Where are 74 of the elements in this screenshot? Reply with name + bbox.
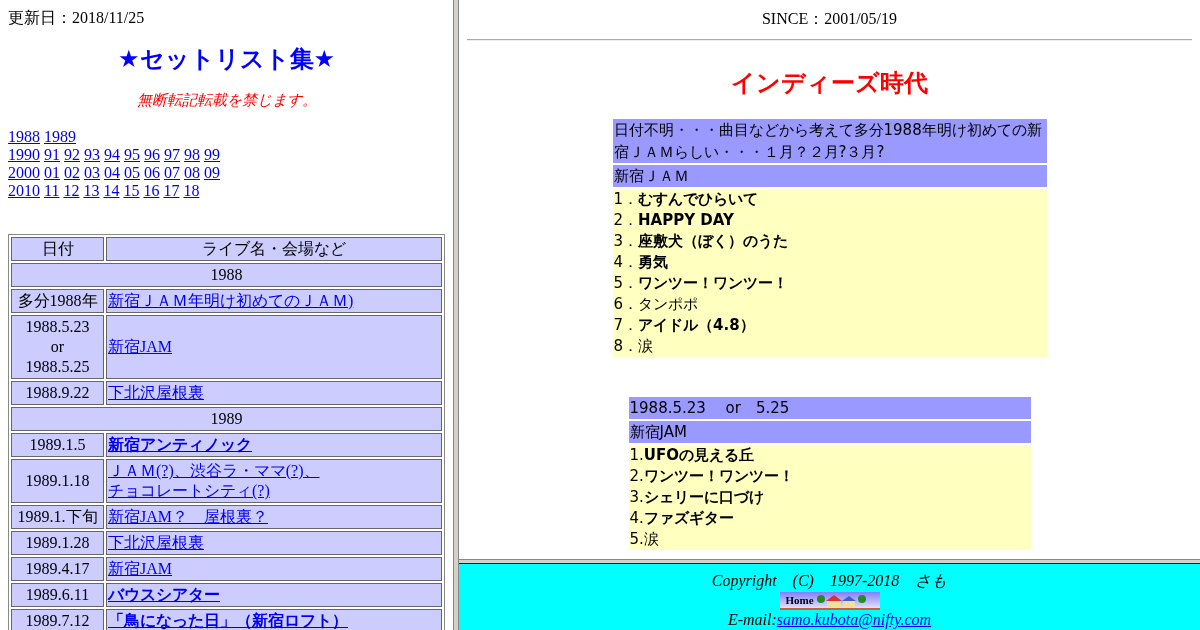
date-cell: 1989.1.28 (11, 531, 104, 555)
song-title: 7．アイドル（4.8） (613, 315, 756, 336)
setlist-venue: 新宿JAM (628, 421, 1031, 443)
column-header: ライブ名・会場など (106, 237, 442, 261)
year-link[interactable]: 93 (84, 146, 100, 164)
setlist-date: 日付不明・・・曲目などから考えて多分1988年明け初めての新宿ＪＡＭらしい・・・１月？２月?３月? (612, 119, 1047, 163)
copyright-notice: 無断転記転載を禁じます。 (135, 91, 318, 110)
song-title: 1.UFOの見える丘 (629, 445, 755, 466)
date-cell: 1989.1.5 (11, 433, 104, 457)
year-link[interactable]: 92 (64, 146, 80, 164)
year-link[interactable]: 2010 (8, 182, 40, 200)
year-link[interactable]: 13 (83, 182, 100, 200)
setlist-date: 1988.5.23 or 5.25 (628, 397, 1031, 419)
date-cell: 多分1988年 (11, 289, 104, 313)
song-title: 1．むすんでひらいて (613, 189, 760, 210)
copyright-text: Copyright (C) 1997-2018 さも (711, 571, 948, 592)
song-title: 2．HAPPY DAY (613, 210, 735, 231)
home-button[interactable]: Home (779, 592, 880, 610)
year-link[interactable]: 99 (204, 146, 220, 164)
song-title: 4．勇気 (613, 252, 670, 273)
song-title: 8．涙 (613, 336, 655, 357)
email-link[interactable]: samo.kubota@nifty.com (776, 611, 932, 628)
since-date: SINCE：2001/05/19 (760, 9, 899, 29)
year-link[interactable]: 07 (164, 164, 180, 182)
year-link[interactable]: 11 (44, 182, 60, 200)
year-link[interactable]: 01 (44, 164, 60, 182)
year-link[interactable]: 14 (103, 182, 120, 200)
date-cell: 1988.5.23 or 1988.5.25 (11, 315, 104, 379)
year-link[interactable]: 04 (104, 164, 120, 182)
venue-link[interactable]: 新宿JAM (108, 337, 172, 357)
year-link[interactable]: 96 (144, 146, 160, 164)
year-cell: 1989 (11, 407, 442, 431)
year-link[interactable]: 1989 (44, 128, 76, 146)
houses-icon (815, 593, 868, 607)
date-cell: 1989.4.17 (11, 557, 104, 581)
year-link[interactable]: 1990 (8, 146, 40, 164)
year-link[interactable]: 15 (123, 182, 140, 200)
year-link[interactable]: 17 (163, 182, 180, 200)
song-title: 5．ワンツー！ワンツー！ (613, 273, 790, 294)
song-title: 3．座敷犬（ぼく）のうた (613, 231, 790, 252)
email-line: E-mail:samo.kubota@nifty.com (727, 610, 932, 630)
year-link[interactable]: 95 (124, 146, 140, 164)
year-link[interactable]: 05 (124, 164, 140, 182)
song-title: 3.シェリーに口づけ (629, 487, 765, 508)
year-link[interactable]: 12 (63, 182, 80, 200)
song-title: 2.ワンツー！ワンツー！ (629, 466, 795, 487)
year-link[interactable]: 08 (184, 164, 200, 182)
year-link[interactable]: 16 (143, 182, 160, 200)
song-title: 5.涙 (629, 529, 660, 550)
date-cell: 1989.1.18 (11, 459, 104, 503)
year-link[interactable]: 94 (104, 146, 120, 164)
date-cell: 1989.1.下旬 (11, 505, 104, 529)
column-header: 日付 (11, 237, 104, 261)
date-cell: 1989.7.12 (11, 609, 104, 630)
date-cell: 1988.9.22 (11, 381, 104, 405)
page-title: ★セットリスト集★ (117, 44, 336, 75)
song-title: 4.ファズギター (629, 508, 735, 529)
year-cell: 1988 (11, 263, 442, 287)
year-link[interactable]: 91 (44, 146, 60, 164)
year-link[interactable]: 18 (183, 182, 200, 200)
updated-date: 更新日：2018/11/25 (8, 8, 146, 28)
year-link[interactable]: 1988 (8, 128, 40, 146)
year-link[interactable]: 06 (144, 164, 160, 182)
year-link[interactable]: 02 (64, 164, 80, 182)
year-link[interactable]: 97 (164, 146, 180, 164)
venue-link[interactable]: 新宿JAM (108, 559, 172, 579)
setlist-venue: 新宿ＪＡＭ (612, 165, 1047, 187)
date-cell: 1989.6.11 (11, 583, 104, 607)
song-title: 6．タンポポ (613, 294, 700, 315)
year-link[interactable]: 03 (84, 164, 100, 182)
year-link[interactable]: 09 (204, 164, 220, 182)
year-link[interactable]: 2000 (8, 164, 40, 182)
year-link[interactable]: 98 (184, 146, 200, 164)
section-heading: インディーズ時代 (730, 68, 929, 99)
